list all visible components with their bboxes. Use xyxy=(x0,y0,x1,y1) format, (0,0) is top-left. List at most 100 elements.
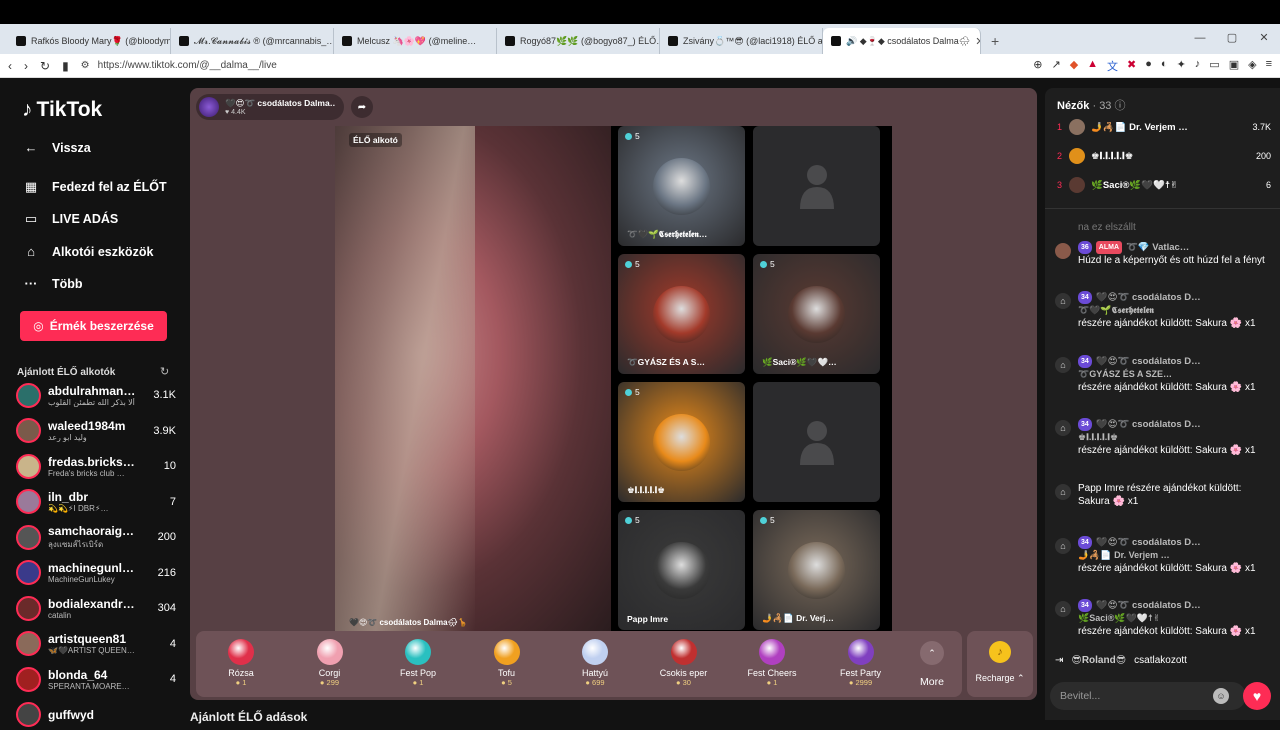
avatar[interactable] xyxy=(16,702,41,727)
reload-icon[interactable]: ↻ xyxy=(40,59,50,73)
guest-tile[interactable]: 5 🌿Saci®🌿🖤🤍… xyxy=(753,254,880,374)
share-button[interactable]: ➦ xyxy=(351,96,373,118)
extension-icon[interactable]: ◐ xyxy=(1161,58,1168,74)
close-window-button[interactable]: ✕ xyxy=(1248,24,1280,54)
url-field[interactable]: ⚙ https://www.tiktok.com/@__dalma__/live xyxy=(80,55,861,76)
browser-tab[interactable]: Rogyó87🌿🌿 (@bogyo87_) ÉLŐ… xyxy=(497,28,660,54)
site-info-icon[interactable]: ⚙ xyxy=(81,60,90,71)
message-user[interactable]: 🖤😍➰ csodálatos D… xyxy=(1096,355,1201,368)
share-icon[interactable]: ↗ xyxy=(1051,58,1060,74)
avatar[interactable] xyxy=(1069,177,1085,193)
guest-avatar[interactable] xyxy=(788,542,845,599)
recommended-creator[interactable]: artistqueen81 🦋🖤ARTIST QUEEN… 4 xyxy=(16,629,176,659)
recommended-creator[interactable]: waleed1984m وليد ابو رعد 3.9K xyxy=(16,416,176,446)
zoom-icon[interactable]: ⊕ xyxy=(1033,58,1042,74)
gift-item[interactable]: Fest Pop ● 1 xyxy=(383,637,453,693)
like-heart-button[interactable]: ♥ xyxy=(1243,682,1271,710)
recommended-creator[interactable]: bodialexandr… catalin 304 xyxy=(16,593,176,623)
message-user[interactable]: 🖤😍➰ csodálatos D… xyxy=(1096,291,1201,304)
rewards-icon[interactable]: ▲ xyxy=(1087,58,1098,74)
translate-icon[interactable]: 文 xyxy=(1107,58,1118,74)
nav-live-broadcast[interactable]: ▭ LIVE ADÁS xyxy=(22,211,118,227)
guest-avatar[interactable] xyxy=(653,414,710,471)
guest-tile[interactable]: 5 ♚𝐈.𝐈.𝐈.𝐈.𝐈♚ xyxy=(618,382,745,502)
nav-more[interactable]: ··· Több xyxy=(22,276,83,291)
empty-guest-slot[interactable] xyxy=(753,126,880,246)
wallet-icon[interactable]: ▣ xyxy=(1229,58,1239,74)
message-user[interactable]: 🖤😍➰ csodálatos D… xyxy=(1096,418,1201,431)
gift-item[interactable]: Fest Cheers ● 1 xyxy=(737,637,807,693)
host-avatar[interactable] xyxy=(199,97,219,117)
browser-tab[interactable]: Melcusz 🦄🌸💖 (@meline… xyxy=(334,28,497,54)
browser-tab[interactable]: Zsivány💍™😎 (@laci1918) ÉLŐ adás… xyxy=(660,28,823,54)
avatar[interactable] xyxy=(16,631,41,656)
empty-guest-slot[interactable] xyxy=(753,382,880,502)
browser-tab-active[interactable]: 🔊 ◆🍷◆ csodálatos Dalma🌧✕ xyxy=(823,28,981,54)
gift-item[interactable]: Fest Party ● 2999 xyxy=(826,637,896,693)
browser-tab[interactable]: 𝓜𝓻.𝓒𝓪𝓷𝓷𝓪𝓫𝓲𝓼 ® (@mrcannabis_… xyxy=(171,28,334,54)
guest-tile[interactable]: 5 ➰GYÁSZ ÉS A S… xyxy=(618,254,745,374)
guest-avatar[interactable] xyxy=(653,158,710,215)
nav-creator-tools[interactable]: ⌂ Alkotói eszközök xyxy=(22,244,153,259)
avatar[interactable] xyxy=(16,382,41,408)
gift-item[interactable]: Csokis eper ● 30 xyxy=(649,637,719,693)
avatar[interactable] xyxy=(16,418,41,443)
recommended-creator[interactable]: fredas.bricks… Freda's bricks club … 10 xyxy=(16,451,176,481)
recommended-creator[interactable]: samchaoraig… ลุงแซมส์ไรเบิร์ด 200 xyxy=(16,522,176,552)
guest-avatar[interactable] xyxy=(788,286,845,343)
message-user[interactable]: ➰💎 Vatlac… xyxy=(1126,241,1189,254)
avatar[interactable] xyxy=(16,489,41,514)
sidebar-toggle-icon[interactable]: ▭ xyxy=(1209,58,1219,74)
avatar[interactable] xyxy=(1069,148,1085,164)
top-viewer[interactable]: 3 🌿Saci®🌿🖤🤍☨✌ 6 xyxy=(1057,174,1271,196)
get-coins-button[interactable]: ◎ Érmék beszerzése xyxy=(20,311,167,341)
host-video[interactable]: ÉLŐ alkotó 🖤😍➰ csodálatos Dalma🌧🦒 xyxy=(335,126,611,631)
maximize-button[interactable]: ▢ xyxy=(1216,24,1248,54)
more-gifts-button[interactable]: ⌃ More xyxy=(907,637,957,693)
forward-icon[interactable]: › xyxy=(24,59,28,73)
guest-tile[interactable]: 5 ➰🖤🌱𝕮𝖘𝖊𝖗𝖍𝖊𝖙𝖊𝖑𝖊𝖓… xyxy=(618,126,745,246)
avatar[interactable] xyxy=(16,524,41,550)
music-icon[interactable]: ♪ xyxy=(1195,58,1201,74)
nav-back[interactable]: ← Vissza xyxy=(22,140,91,155)
menu-icon[interactable]: ≡ xyxy=(1266,58,1272,74)
extension-icon[interactable]: ✖ xyxy=(1127,58,1136,74)
gift-item[interactable]: Rózsa ● 1 xyxy=(206,637,276,693)
top-viewer[interactable]: 2 ♚𝐈.𝐈.𝐈.𝐈.𝐈♚ 200 xyxy=(1057,145,1271,167)
gift-item[interactable]: Hattyú ● 699 xyxy=(560,637,630,693)
video-area[interactable]: ÉLŐ alkotó 🖤😍➰ csodálatos Dalma🌧🦒 5 ➰🖤🌱𝕮𝖘… xyxy=(335,126,892,631)
info-icon[interactable]: ⓘ xyxy=(1115,100,1126,112)
brave-shield-icon[interactable]: ◆ xyxy=(1070,58,1078,74)
minimize-button[interactable]: — xyxy=(1184,24,1216,54)
extension-icon[interactable]: ● xyxy=(1145,58,1152,74)
message-user[interactable]: 🖤😍➰ csodálatos D… xyxy=(1096,599,1201,612)
recommended-creator[interactable]: iln_dbr 💫💫⚡I DBR⚡… 7 xyxy=(16,487,176,517)
bookmark-icon[interactable]: ▮ xyxy=(62,59,69,73)
browser-tab[interactable]: Rafkós Bloody Mary🌹 (@bloodym… xyxy=(8,28,171,54)
avatar[interactable] xyxy=(16,595,41,621)
avatar[interactable] xyxy=(1069,119,1085,135)
new-tab-button[interactable]: + xyxy=(981,28,1009,54)
guest-tile[interactable]: 5 Papp Imre xyxy=(618,510,745,630)
vpn-icon[interactable]: ◈ xyxy=(1248,58,1256,74)
recommended-creator[interactable]: machinegunl… MachineGunLukey 216 xyxy=(16,558,176,588)
back-icon[interactable]: ‹ xyxy=(8,59,12,73)
top-viewer[interactable]: 1 🤳🦂📄 Dr. Verjem … 3.7K xyxy=(1057,116,1271,138)
recharge-button[interactable]: ♪ Recharge ⌃ xyxy=(967,631,1033,697)
message-user[interactable]: 🖤😍➰ csodálatos D… xyxy=(1096,536,1201,549)
avatar[interactable] xyxy=(1055,243,1071,259)
avatar[interactable] xyxy=(16,453,41,479)
gift-item[interactable]: Corgi ● 299 xyxy=(295,637,365,693)
recommended-creator[interactable]: guffwyd xyxy=(16,700,176,730)
avatar[interactable] xyxy=(16,666,41,692)
avatar[interactable] xyxy=(16,560,41,585)
nav-explore-live[interactable]: ▦ Fedezd fel az ÉLŐT xyxy=(22,179,167,195)
gift-item[interactable]: Tofu ● 5 xyxy=(472,637,542,693)
guest-avatar[interactable] xyxy=(653,542,710,599)
puzzle-icon[interactable]: ✦ xyxy=(1177,58,1186,74)
recommended-creator[interactable]: abdulrahman… ألا بذكر الله تطمئن القلوب 3.… xyxy=(16,380,176,410)
recommended-creator[interactable]: blonda_64 SPERANTA MOARE… 4 xyxy=(16,664,176,694)
tiktok-logo[interactable]: ♪ TikTok xyxy=(22,98,102,122)
host-info[interactable]: 🖤😍➰ csodálatos Dalma… ♥ 4.4K xyxy=(196,94,344,120)
emoji-icon[interactable]: ☺ xyxy=(1213,688,1229,704)
